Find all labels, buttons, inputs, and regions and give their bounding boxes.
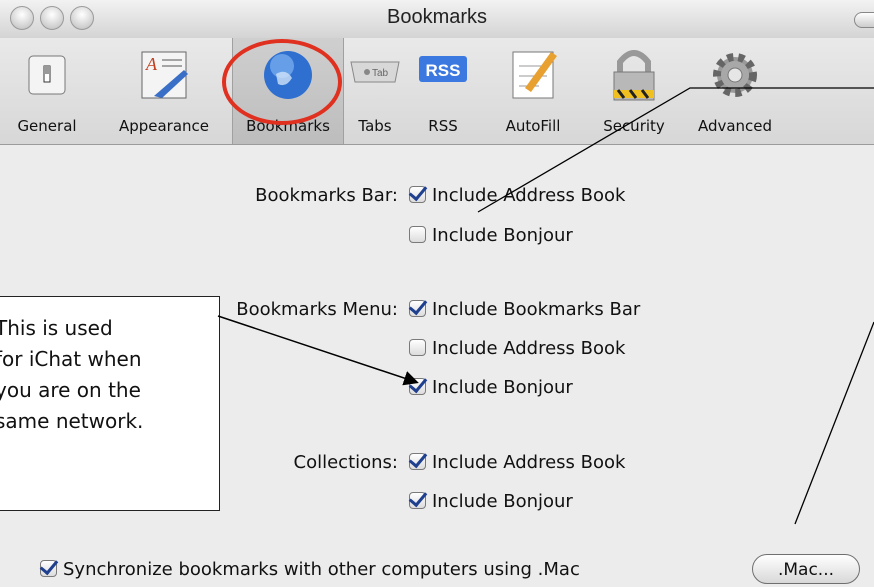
arrow-line-mac-button <box>794 321 874 525</box>
arrow-line-address-book <box>477 87 874 213</box>
arrow-to-bonjour <box>217 315 419 386</box>
annotation-arrows <box>217 87 874 525</box>
